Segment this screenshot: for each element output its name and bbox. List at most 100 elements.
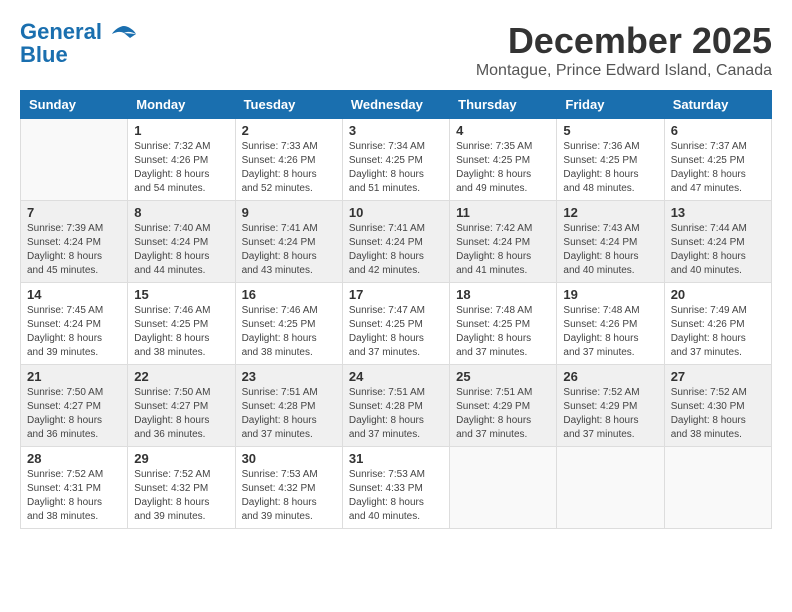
day-info: Sunrise: 7:33 AM Sunset: 4:26 PM Dayligh… <box>242 140 336 196</box>
day-number: 2 <box>242 123 336 138</box>
col-tuesday: Tuesday <box>235 91 342 119</box>
table-row <box>450 447 557 529</box>
day-info: Sunrise: 7:50 AM Sunset: 4:27 PM Dayligh… <box>134 386 228 442</box>
table-row: 15 Sunrise: 7:46 AM Sunset: 4:25 PM Dayli… <box>128 283 235 365</box>
calendar-week-row: 7 Sunrise: 7:39 AM Sunset: 4:24 PM Daylig… <box>21 201 772 283</box>
day-number: 16 <box>242 287 336 302</box>
day-number: 29 <box>134 451 228 466</box>
page-header: General Blue December 2025 Montague, Pri… <box>20 20 772 80</box>
day-info: Sunrise: 7:36 AM Sunset: 4:25 PM Dayligh… <box>563 140 657 196</box>
day-info: Sunrise: 7:50 AM Sunset: 4:27 PM Dayligh… <box>27 386 121 442</box>
day-info: Sunrise: 7:41 AM Sunset: 4:24 PM Dayligh… <box>242 222 336 278</box>
col-sunday: Sunday <box>21 91 128 119</box>
table-row: 31 Sunrise: 7:53 AM Sunset: 4:33 PM Dayli… <box>342 447 449 529</box>
table-row: 3 Sunrise: 7:34 AM Sunset: 4:25 PM Daylig… <box>342 119 449 201</box>
day-info: Sunrise: 7:48 AM Sunset: 4:25 PM Dayligh… <box>456 304 550 360</box>
day-number: 24 <box>349 369 443 384</box>
table-row <box>21 119 128 201</box>
day-info: Sunrise: 7:46 AM Sunset: 4:25 PM Dayligh… <box>242 304 336 360</box>
calendar-week-row: 14 Sunrise: 7:45 AM Sunset: 4:24 PM Dayli… <box>21 283 772 365</box>
day-number: 22 <box>134 369 228 384</box>
calendar-week-row: 1 Sunrise: 7:32 AM Sunset: 4:26 PM Daylig… <box>21 119 772 201</box>
day-number: 7 <box>27 205 121 220</box>
col-monday: Monday <box>128 91 235 119</box>
day-number: 5 <box>563 123 657 138</box>
day-number: 4 <box>456 123 550 138</box>
col-thursday: Thursday <box>450 91 557 119</box>
table-row: 29Sunrise: 7:52 AM Sunset: 4:32 PM Dayli… <box>128 447 235 529</box>
day-number: 21 <box>27 369 121 384</box>
day-info: Sunrise: 7:35 AM Sunset: 4:25 PM Dayligh… <box>456 140 550 196</box>
day-number: 31 <box>349 451 443 466</box>
day-number: 6 <box>671 123 765 138</box>
day-info: Sunrise: 7:51 AM Sunset: 4:29 PM Dayligh… <box>456 386 550 442</box>
table-row: 14 Sunrise: 7:45 AM Sunset: 4:24 PM Dayli… <box>21 283 128 365</box>
day-number: 10 <box>349 205 443 220</box>
day-number: 9 <box>242 205 336 220</box>
table-row: 23Sunrise: 7:51 AM Sunset: 4:28 PM Dayli… <box>235 365 342 447</box>
day-info: Sunrise: 7:53 AM Sunset: 4:32 PM Dayligh… <box>242 468 336 524</box>
table-row: 25 Sunrise: 7:51 AM Sunset: 4:29 PM Dayli… <box>450 365 557 447</box>
logo-text-blue: Blue <box>20 42 68 68</box>
table-row: 20Sunrise: 7:49 AM Sunset: 4:26 PM Dayli… <box>664 283 771 365</box>
day-number: 27 <box>671 369 765 384</box>
day-info: Sunrise: 7:43 AM Sunset: 4:24 PM Dayligh… <box>563 222 657 278</box>
table-row: 26Sunrise: 7:52 AM Sunset: 4:29 PM Dayli… <box>557 365 664 447</box>
logo-bird-icon <box>110 24 138 42</box>
table-row <box>557 447 664 529</box>
title-area: December 2025 Montague, Prince Edward Is… <box>476 20 772 80</box>
day-info: Sunrise: 7:45 AM Sunset: 4:24 PM Dayligh… <box>27 304 121 360</box>
day-info: Sunrise: 7:52 AM Sunset: 4:29 PM Dayligh… <box>563 386 657 442</box>
day-info: Sunrise: 7:46 AM Sunset: 4:25 PM Dayligh… <box>134 304 228 360</box>
day-number: 28 <box>27 451 121 466</box>
table-row: 9 Sunrise: 7:41 AM Sunset: 4:24 PM Daylig… <box>235 201 342 283</box>
day-info: Sunrise: 7:37 AM Sunset: 4:25 PM Dayligh… <box>671 140 765 196</box>
day-info: Sunrise: 7:42 AM Sunset: 4:24 PM Dayligh… <box>456 222 550 278</box>
day-info: Sunrise: 7:32 AM Sunset: 4:26 PM Dayligh… <box>134 140 228 196</box>
col-wednesday: Wednesday <box>342 91 449 119</box>
table-row: 24 Sunrise: 7:51 AM Sunset: 4:28 PM Dayli… <box>342 365 449 447</box>
day-info: Sunrise: 7:51 AM Sunset: 4:28 PM Dayligh… <box>242 386 336 442</box>
table-row: 11 Sunrise: 7:42 AM Sunset: 4:24 PM Dayli… <box>450 201 557 283</box>
table-row: 27 Sunrise: 7:52 AM Sunset: 4:30 PM Dayli… <box>664 365 771 447</box>
table-row: 17 Sunrise: 7:47 AM Sunset: 4:25 PM Dayli… <box>342 283 449 365</box>
day-number: 30 <box>242 451 336 466</box>
day-info: Sunrise: 7:53 AM Sunset: 4:33 PM Dayligh… <box>349 468 443 524</box>
calendar-table: Sunday Monday Tuesday Wednesday Thursday… <box>20 90 772 529</box>
day-info: Sunrise: 7:48 AM Sunset: 4:26 PM Dayligh… <box>563 304 657 360</box>
day-number: 1 <box>134 123 228 138</box>
day-number: 8 <box>134 205 228 220</box>
day-number: 14 <box>27 287 121 302</box>
day-info: Sunrise: 7:51 AM Sunset: 4:28 PM Dayligh… <box>349 386 443 442</box>
day-info: Sunrise: 7:34 AM Sunset: 4:25 PM Dayligh… <box>349 140 443 196</box>
table-row: 6 Sunrise: 7:37 AM Sunset: 4:25 PM Daylig… <box>664 119 771 201</box>
calendar-week-row: 28 Sunrise: 7:52 AM Sunset: 4:31 PM Dayli… <box>21 447 772 529</box>
day-info: Sunrise: 7:52 AM Sunset: 4:30 PM Dayligh… <box>671 386 765 442</box>
day-number: 12 <box>563 205 657 220</box>
day-info: Sunrise: 7:39 AM Sunset: 4:24 PM Dayligh… <box>27 222 121 278</box>
logo-text-general: General <box>20 19 102 44</box>
table-row: 10 Sunrise: 7:41 AM Sunset: 4:24 PM Dayli… <box>342 201 449 283</box>
day-number: 11 <box>456 205 550 220</box>
day-number: 15 <box>134 287 228 302</box>
col-friday: Friday <box>557 91 664 119</box>
day-number: 17 <box>349 287 443 302</box>
calendar-week-row: 21 Sunrise: 7:50 AM Sunset: 4:27 PM Dayli… <box>21 365 772 447</box>
table-row: 1 Sunrise: 7:32 AM Sunset: 4:26 PM Daylig… <box>128 119 235 201</box>
table-row: 19 Sunrise: 7:48 AM Sunset: 4:26 PM Dayli… <box>557 283 664 365</box>
table-row: 30 Sunrise: 7:53 AM Sunset: 4:32 PM Dayli… <box>235 447 342 529</box>
day-number: 13 <box>671 205 765 220</box>
table-row: 13Sunrise: 7:44 AM Sunset: 4:24 PM Dayli… <box>664 201 771 283</box>
day-info: Sunrise: 7:41 AM Sunset: 4:24 PM Dayligh… <box>349 222 443 278</box>
day-number: 20 <box>671 287 765 302</box>
location-title: Montague, Prince Edward Island, Canada <box>476 62 772 80</box>
table-row: 18Sunrise: 7:48 AM Sunset: 4:25 PM Dayli… <box>450 283 557 365</box>
day-info: Sunrise: 7:52 AM Sunset: 4:31 PM Dayligh… <box>27 468 121 524</box>
day-info: Sunrise: 7:47 AM Sunset: 4:25 PM Dayligh… <box>349 304 443 360</box>
table-row: 22 Sunrise: 7:50 AM Sunset: 4:27 PM Dayli… <box>128 365 235 447</box>
table-row: 16 Sunrise: 7:46 AM Sunset: 4:25 PM Dayli… <box>235 283 342 365</box>
day-number: 3 <box>349 123 443 138</box>
day-number: 25 <box>456 369 550 384</box>
day-number: 19 <box>563 287 657 302</box>
table-row: 4 Sunrise: 7:35 AM Sunset: 4:25 PM Daylig… <box>450 119 557 201</box>
